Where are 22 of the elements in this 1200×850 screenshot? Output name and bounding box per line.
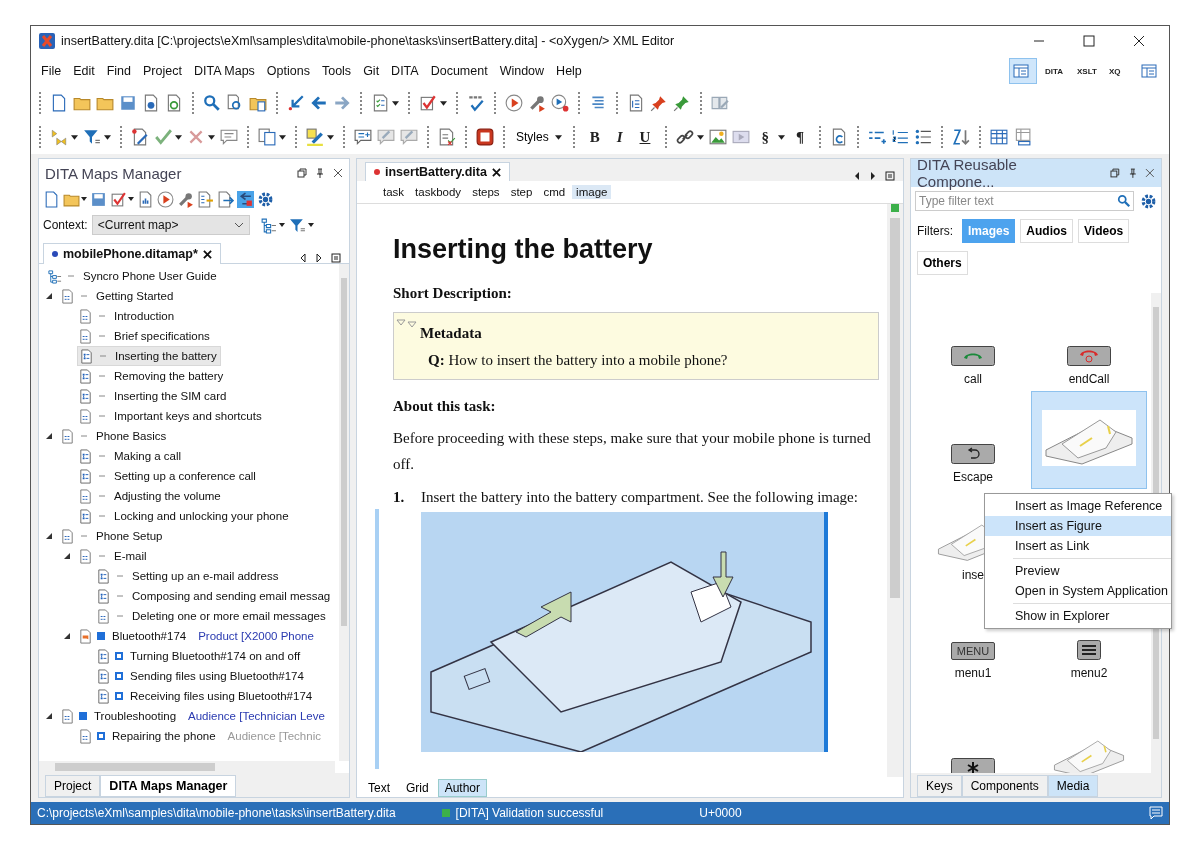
- step-text: Insert the battery into the battery compartment. See the following image:: [421, 489, 858, 506]
- media-label: menu1: [954, 666, 992, 680]
- paragraph: Before proceeding with these steps, make sure that your mobile phone is turned off.: [393, 429, 872, 474]
- filters-label: Filters:: [917, 224, 953, 238]
- media-label: menu2: [1070, 666, 1108, 680]
- document-heading: Inserting the battery: [393, 234, 654, 265]
- media-label: call: [964, 372, 982, 386]
- step-number: 1.: [392, 489, 406, 507]
- metadata-text: Q: How to insert the battery into a mobile phone?: [427, 352, 729, 369]
- context-label: Context:: [43, 218, 88, 232]
- media-label: inse: [962, 568, 984, 582]
- section-label: Short Description:: [393, 285, 513, 302]
- media-label: endCall: [1068, 372, 1110, 386]
- metadata-title: Metadata: [420, 325, 483, 342]
- section-label: About this task:: [393, 398, 497, 415]
- panel-title: DITA Maps Manager: [45, 164, 182, 182]
- validation-message: [DITA] Validation successful: [455, 806, 604, 820]
- file-path: C:\projects\eXml\samples\dita\mobile-phone\tasks\insertBattery.dita: [37, 806, 396, 820]
- window-title: insertBattery.dita [C:\projects\eXml\samples\dita\mobile-phone\tasks\insertBattery.dita] - <oXygen/> XML Editor: [61, 34, 675, 48]
- panel-title: DITA Reusable Compone...: [917, 159, 1018, 190]
- encoding-label: U+0000: [699, 806, 742, 820]
- media-label: Escape: [953, 470, 993, 484]
